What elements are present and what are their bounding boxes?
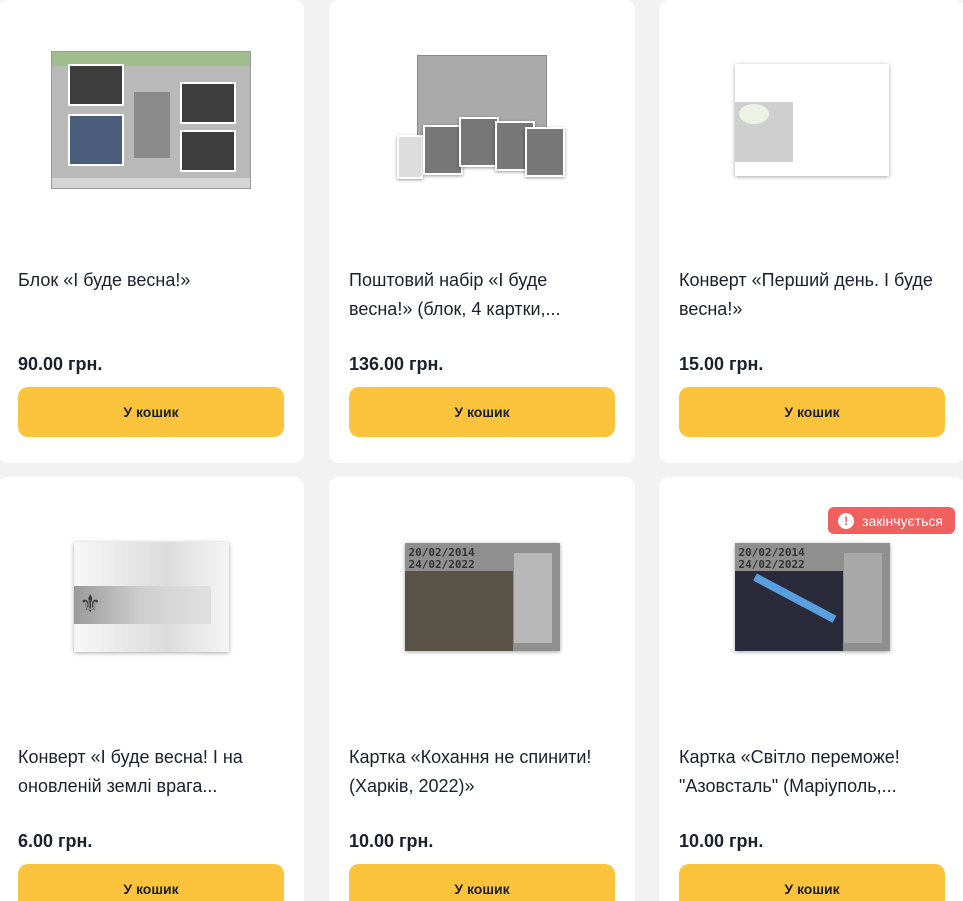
postcard-kharkiv-image: 20/02/2014 24/02/2022	[404, 543, 560, 651]
trident-icon: ⚜	[79, 591, 102, 618]
product-price: 10.00 грн.	[349, 831, 434, 851]
product-title[interactable]: Поштовий набір «І буде весна!» (блок, 4 …	[349, 266, 613, 330]
envelope-image: ⚜	[73, 542, 229, 652]
product-title[interactable]: Конверт «І буде весна! І на оновленій зе…	[18, 743, 282, 807]
product-image[interactable]: 20/02/2014 24/02/2022	[349, 507, 615, 687]
product-title[interactable]: Конверт «Перший день. І буде весна!»	[679, 266, 943, 330]
product-grid: Блок «І буде весна!» 90.00 грн. У кошик …	[0, 0, 963, 901]
add-to-cart-button[interactable]: У кошик	[349, 387, 615, 437]
add-to-cart-button[interactable]: У кошик	[679, 387, 945, 437]
add-to-cart-button[interactable]: У кошик	[18, 387, 284, 437]
product-card[interactable]: 20/02/2014 24/02/2022 Картка «Кохання не…	[329, 477, 635, 901]
product-price: 10.00 грн.	[679, 831, 764, 851]
postal-set-image	[397, 55, 567, 185]
product-price: 136.00 грн.	[349, 354, 444, 374]
postcard-azovstal-image: 20/02/2014 24/02/2022	[734, 543, 890, 651]
product-image[interactable]: ⚜	[18, 507, 284, 687]
product-image[interactable]	[18, 30, 284, 210]
product-image[interactable]	[349, 30, 615, 210]
add-to-cart-button[interactable]: У кошик	[18, 864, 284, 901]
add-to-cart-button[interactable]: У кошик	[349, 864, 615, 901]
stamp-block-image	[51, 51, 251, 189]
product-title[interactable]: Блок «І буде весна!»	[18, 266, 282, 330]
product-price: 90.00 грн.	[18, 354, 103, 374]
postcard-dates: 20/02/2014 24/02/2022	[738, 546, 805, 571]
product-title[interactable]: Картка «Світло переможе! "Азовсталь" (Ма…	[679, 743, 943, 807]
first-day-envelope-image	[735, 64, 889, 176]
product-card[interactable]: Поштовий набір «І буде весна!» (блок, 4 …	[329, 0, 635, 463]
product-image[interactable]	[679, 30, 945, 210]
add-to-cart-button[interactable]: У кошик	[679, 864, 945, 901]
product-card[interactable]: ! закінчується 20/02/2014 24/02/2022 Кар…	[659, 477, 963, 901]
product-price: 6.00 грн.	[18, 831, 93, 851]
product-card[interactable]: Блок «І буде весна!» 90.00 грн. У кошик	[0, 0, 304, 463]
product-image[interactable]: 20/02/2014 24/02/2022	[679, 507, 945, 687]
product-card[interactable]: Конверт «Перший день. І буде весна!» 15.…	[659, 0, 963, 463]
postcard-dates: 20/02/2014 24/02/2022	[408, 546, 475, 571]
product-card[interactable]: ⚜ Конверт «І буде весна! І на оновленій …	[0, 477, 304, 901]
product-title[interactable]: Картка «Кохання не спинити! (Харків, 202…	[349, 743, 613, 807]
product-price: 15.00 грн.	[679, 354, 764, 374]
